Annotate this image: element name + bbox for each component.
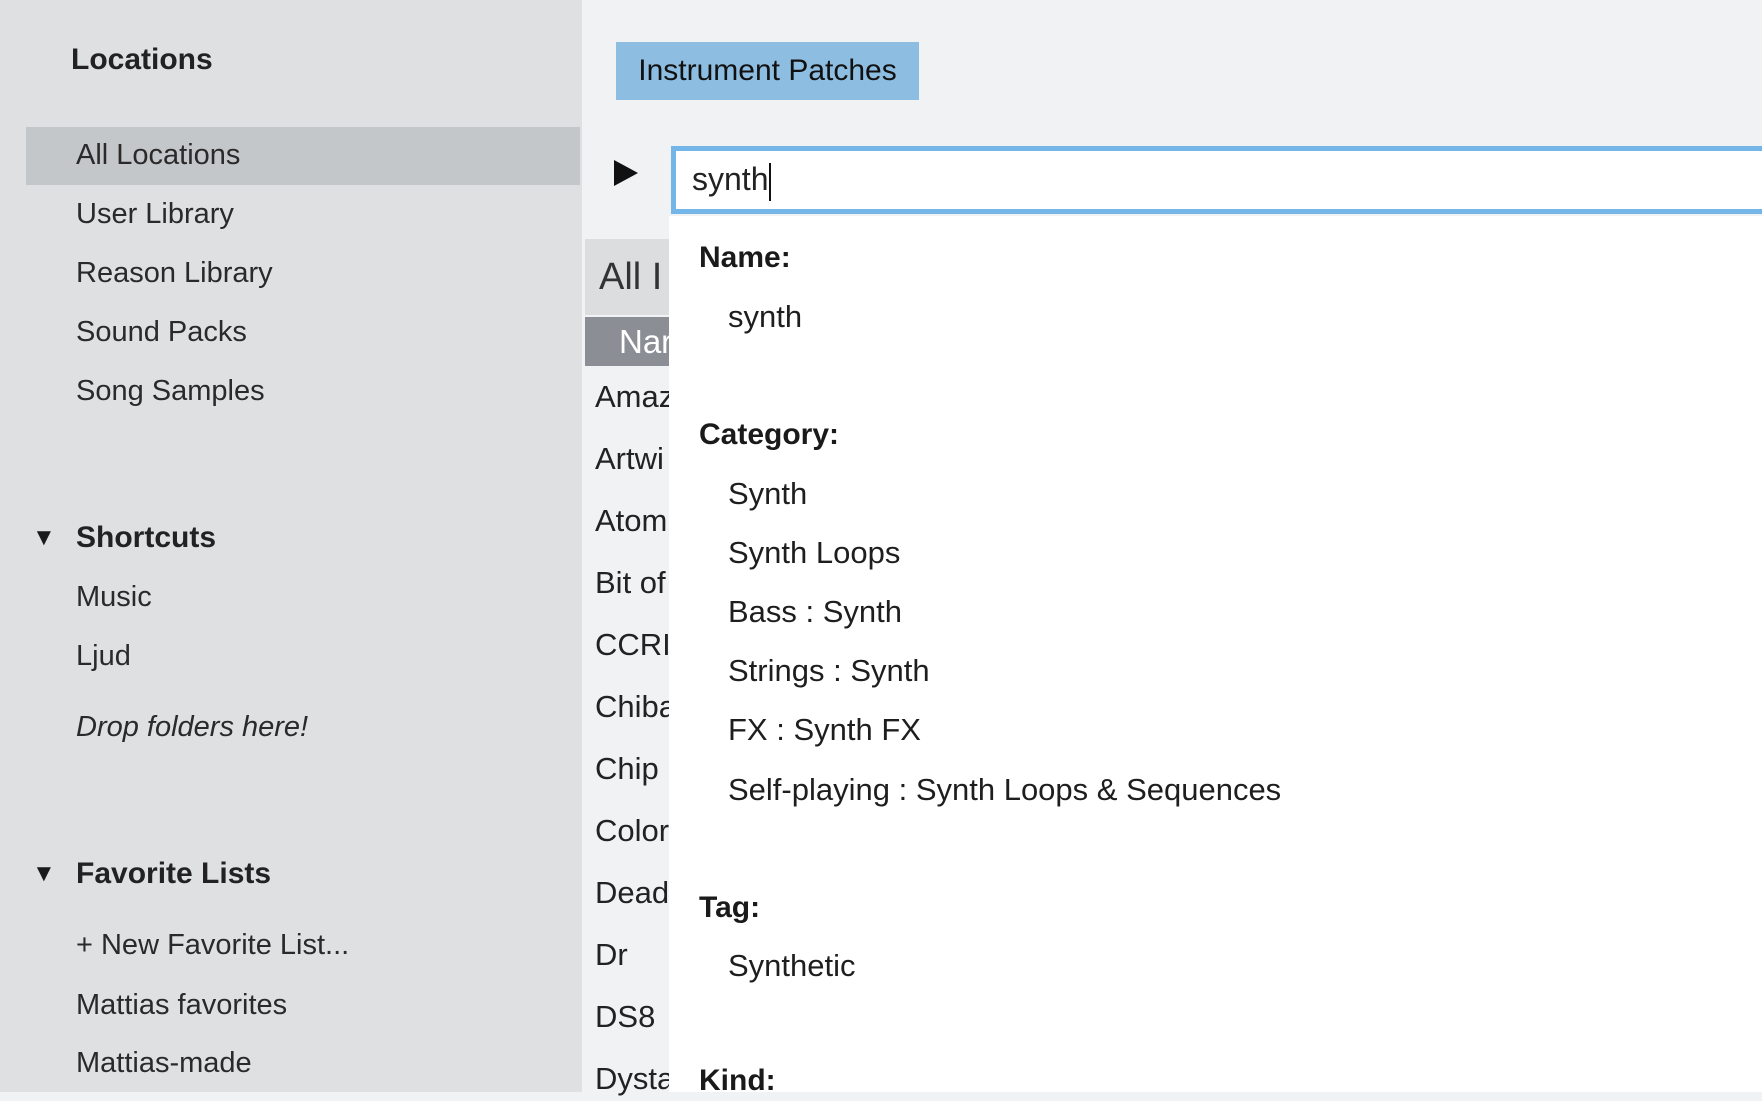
category-section-label: Category: bbox=[699, 418, 840, 451]
kind-section-label: Kind: bbox=[699, 1064, 776, 1097]
tag-section-label: Tag: bbox=[699, 891, 761, 924]
favorite-lists-title[interactable]: Favorite Lists bbox=[76, 854, 271, 894]
shortcuts-title[interactable]: Shortcuts bbox=[76, 518, 216, 558]
result-row[interactable]: Chip bbox=[595, 749, 675, 789]
favorite-list-item[interactable]: Mattias-made bbox=[76, 1043, 252, 1083]
name-section-label: Name: bbox=[699, 241, 791, 274]
result-row[interactable]: Color bbox=[595, 811, 675, 851]
search-input[interactable]: synth bbox=[671, 146, 1762, 214]
triangle-down-icon[interactable]: ▼ bbox=[32, 518, 56, 558]
result-row[interactable]: Bit of bbox=[595, 563, 675, 603]
result-row[interactable]: Dr Ru bbox=[595, 935, 675, 975]
new-favorite-list-button[interactable]: + New Favorite List... bbox=[76, 925, 349, 965]
locations-sidebar: Locations All Locations User Library Rea… bbox=[0, 0, 582, 1092]
play-icon[interactable] bbox=[614, 160, 638, 186]
drop-folders-hint: Drop folders here! bbox=[76, 711, 309, 743]
result-row[interactable]: CCRI bbox=[595, 625, 675, 665]
result-row[interactable]: Chiba bbox=[595, 687, 675, 727]
search-value: synth bbox=[692, 161, 769, 197]
text-caret bbox=[769, 162, 772, 201]
suggestion-item[interactable]: synth bbox=[728, 297, 802, 337]
result-row[interactable]: Atom bbox=[595, 501, 675, 541]
result-row[interactable]: Artwi bbox=[595, 439, 675, 479]
location-user-library[interactable]: User Library bbox=[76, 194, 234, 234]
location-sound-packs[interactable]: Sound Packs bbox=[76, 312, 247, 352]
shortcut-ljud[interactable]: Ljud bbox=[76, 636, 131, 676]
locations-title: Locations bbox=[71, 43, 213, 76]
location-all-locations[interactable]: All Locations bbox=[76, 135, 240, 175]
result-row[interactable]: Dead bbox=[595, 873, 675, 913]
suggestion-item[interactable]: Self-playing : Synth Loops & Sequences bbox=[728, 770, 1281, 810]
suggestion-item[interactable]: Synth bbox=[728, 474, 807, 514]
location-reason-library[interactable]: Reason Library bbox=[76, 253, 273, 293]
favorite-list-item[interactable]: Mattias favorites bbox=[76, 985, 287, 1025]
triangle-down-icon[interactable]: ▼ bbox=[32, 854, 56, 894]
suggestion-item[interactable]: Strings : Synth bbox=[728, 651, 930, 691]
suggestion-item[interactable]: Bass : Synth bbox=[728, 592, 902, 632]
result-row[interactable]: Amaz bbox=[595, 377, 675, 417]
location-song-samples[interactable]: Song Samples bbox=[76, 371, 265, 411]
suggestion-item[interactable]: Synth Loops bbox=[728, 533, 900, 573]
instrument-patches-button[interactable]: Instrument Patches bbox=[616, 42, 919, 100]
result-row[interactable]: Dysta bbox=[595, 1059, 675, 1099]
suggestion-item[interactable]: Synthetic bbox=[728, 946, 856, 986]
suggestion-item[interactable]: FX : Synth FX bbox=[728, 710, 921, 750]
result-row[interactable]: DS8 bbox=[595, 997, 675, 1037]
search-suggestions-dropdown: Name: synth Category: Synth Synth Loops … bbox=[669, 216, 1762, 1097]
shortcut-music[interactable]: Music bbox=[76, 577, 152, 617]
